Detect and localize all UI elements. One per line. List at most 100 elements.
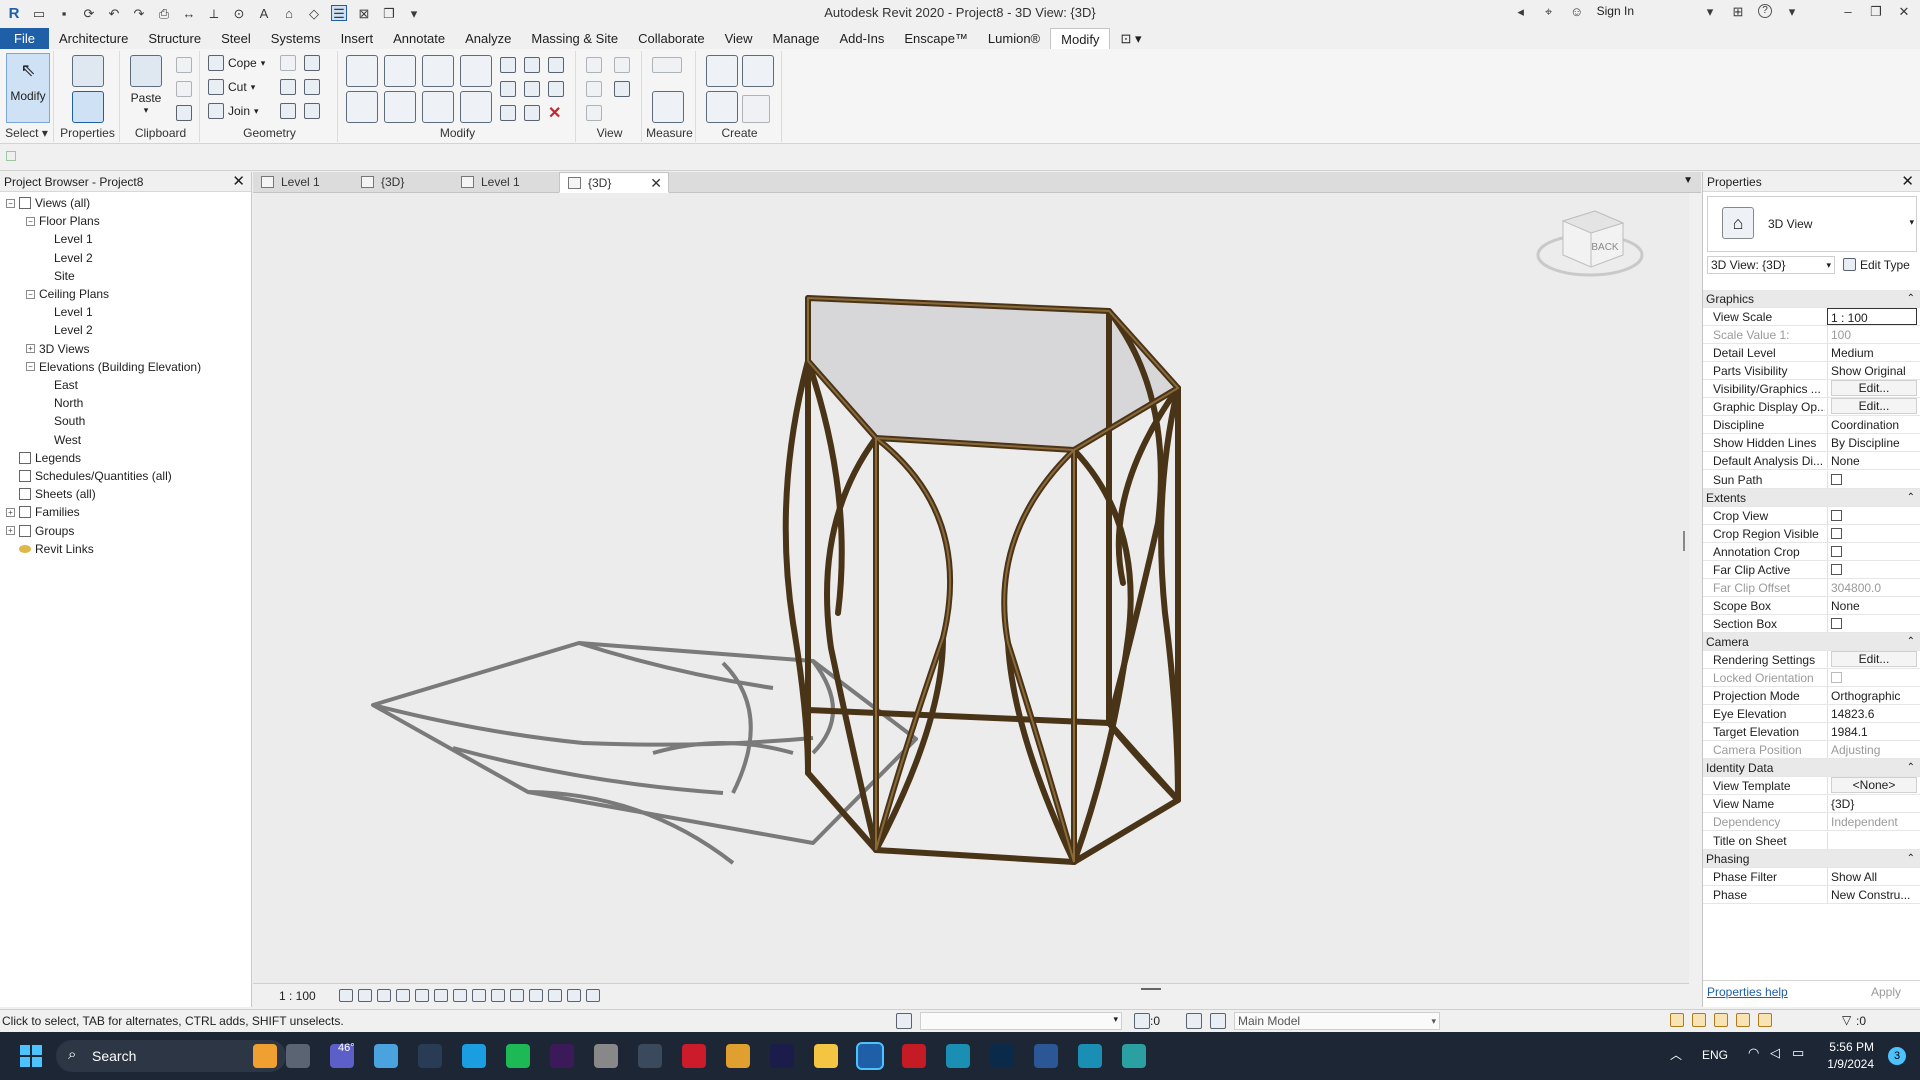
select-pinned-icon[interactable] [1714, 1013, 1728, 1027]
minimize-icon[interactable]: – [1840, 3, 1856, 19]
contextual-tab-dropdown-icon[interactable]: ⊡ ▾ [1110, 28, 1151, 49]
binoculars-icon[interactable]: ⌖ [1541, 3, 1557, 19]
mirror-draw-axis-icon[interactable] [460, 55, 492, 87]
open-icon[interactable]: ▭ [31, 5, 47, 21]
align-dim-icon[interactable]: ⟂ [206, 5, 222, 21]
select-panel-label[interactable]: Select ▾ [0, 126, 53, 140]
expand-icon[interactable]: + [6, 507, 15, 517]
ribbon-tab-insert[interactable]: Insert [331, 28, 384, 49]
ribbon-tab-annotate[interactable]: Annotate [383, 28, 455, 49]
save-icon[interactable]: ▪ [56, 5, 72, 21]
ribbon-tab-enscape[interactable]: Enscape™ [894, 28, 978, 49]
wifi-icon[interactable]: ◠ [1748, 1045, 1759, 1061]
collapse-group-icon[interactable]: ⌃ [1907, 290, 1915, 308]
view-tab[interactable]: Level 1 [253, 172, 353, 193]
browser-node[interactable]: − Views (all) [6, 194, 90, 212]
property-button-label[interactable]: Edit... [1831, 651, 1917, 667]
property-group-header[interactable]: Camera ⌃ [1703, 632, 1920, 651]
redo-icon[interactable]: ↷ [131, 5, 147, 21]
switch-windows-icon[interactable]: ❐ [381, 5, 397, 21]
analytical-model-icon[interactable] [548, 989, 562, 1002]
view-tab[interactable]: Level 1 [453, 172, 559, 193]
lightroom-classic-icon[interactable] [418, 1044, 442, 1068]
visual-style-icon[interactable] [358, 989, 372, 1002]
undo-icon[interactable]: ↶ [106, 5, 122, 21]
property-checkbox[interactable] [1827, 524, 1917, 542]
cope-button[interactable]: Cope ▾ [208, 55, 265, 71]
create-group-icon[interactable] [706, 91, 738, 123]
media-player-icon[interactable] [726, 1044, 750, 1068]
horizontal-scroll-indicator[interactable] [1141, 988, 1161, 990]
design-option-select[interactable]: Main Model ▾ [1234, 1012, 1440, 1030]
ribbon-tab-modify[interactable]: Modify [1050, 28, 1111, 49]
select-links-icon[interactable] [1670, 1013, 1684, 1027]
scale-icon[interactable] [524, 81, 540, 97]
ribbon-tab-add-ins[interactable]: Add-Ins [830, 28, 895, 49]
property-checkbox[interactable] [1827, 560, 1917, 578]
move-icon[interactable] [346, 91, 378, 123]
revit-icon[interactable] [856, 1042, 884, 1070]
trim-multiple-icon[interactable] [524, 105, 540, 121]
browser-node[interactable]: Level 2 [54, 249, 93, 267]
ribbon-tab-collaborate[interactable]: Collaborate [628, 28, 715, 49]
hide-element-icon[interactable] [614, 57, 630, 73]
editable-only-icon[interactable] [1186, 1013, 1202, 1029]
notification-badge[interactable]: 3 [1888, 1047, 1906, 1065]
cut-to-clipboard-icon[interactable] [176, 57, 192, 73]
property-checkbox[interactable] [1827, 614, 1917, 632]
aligned-dimension-icon[interactable] [652, 91, 684, 123]
battery-icon[interactable]: ▭ [1792, 1045, 1804, 1061]
property-value[interactable]: Medium [1827, 344, 1917, 362]
checkbox[interactable] [1831, 563, 1842, 575]
align-icon[interactable] [346, 55, 378, 87]
spotify-icon[interactable] [506, 1044, 530, 1068]
paint-view-icon[interactable] [586, 105, 602, 121]
3d-view-canvas[interactable]: BACK [253, 193, 1689, 983]
browser-node[interactable]: +3D Views [26, 340, 89, 358]
ribbon-tab-manage[interactable]: Manage [763, 28, 830, 49]
ribbon-tab-steel[interactable]: Steel [211, 28, 261, 49]
rotate-icon[interactable] [422, 91, 454, 123]
worksharing-display-icon[interactable] [586, 989, 600, 1002]
ribbon-tab-analyze[interactable]: Analyze [455, 28, 521, 49]
constraints-icon[interactable] [567, 989, 581, 1002]
restore-icon[interactable]: ❐ [1868, 3, 1884, 19]
temp-view-props-icon[interactable] [529, 989, 543, 1002]
delete-icon[interactable]: ✕ [548, 103, 561, 123]
ribbon-tab-architecture[interactable]: Architecture [49, 28, 138, 49]
ribbon-tab-view[interactable]: View [715, 28, 763, 49]
ribbon-tab-systems[interactable]: Systems [261, 28, 331, 49]
split-with-gap-icon[interactable] [524, 57, 540, 73]
property-group-header[interactable]: Extents ⌃ [1703, 488, 1920, 507]
property-value[interactable]: By Discipline [1827, 434, 1917, 452]
cut-geometry-button[interactable]: Cut ▾ [208, 79, 255, 95]
browser-node[interactable]: − Ceiling Plans [26, 285, 109, 303]
autocad-icon[interactable] [902, 1044, 926, 1068]
reveal-hidden-icon[interactable] [510, 989, 524, 1002]
crop-view-icon[interactable] [434, 989, 448, 1002]
browser-node[interactable]: Level 2 [54, 321, 93, 339]
unlocked-view-icon[interactable] [472, 989, 486, 1002]
weather-icon[interactable] [253, 1044, 277, 1068]
instance-filter-select[interactable]: 3D View: {3D} ▾ [1707, 256, 1835, 274]
browser-node[interactable]: Schedules/Quantities (all) [6, 467, 172, 485]
properties-close-icon[interactable]: ✕ [1901, 172, 1914, 192]
user-icon[interactable]: ☺ [1569, 3, 1585, 19]
type-properties-icon[interactable] [72, 55, 104, 87]
browser-node[interactable]: Level 1 [54, 303, 93, 321]
property-button-label[interactable]: Edit... [1831, 380, 1917, 397]
property-edit-button[interactable]: Edit... [1827, 380, 1917, 398]
property-value[interactable]: 14823.6 [1827, 705, 1917, 723]
sign-in-dropdown-icon[interactable]: ▾ [1702, 3, 1718, 19]
ribbon-tab-structure[interactable]: Structure [138, 28, 211, 49]
browser-node[interactable]: Revit Links [6, 540, 94, 558]
file-explorer-icon[interactable] [814, 1044, 838, 1068]
browser-node[interactable]: Level 1 [54, 230, 93, 248]
browser-icon[interactable] [1122, 1044, 1146, 1068]
cart-icon[interactable]: ⊞ [1730, 3, 1746, 19]
temporary-hide-icon[interactable] [491, 989, 505, 1002]
text-icon[interactable]: A [256, 5, 272, 21]
checkbox[interactable] [1831, 617, 1842, 629]
measure-icon[interactable]: ↔ [181, 5, 197, 21]
browser-node[interactable]: − Floor Plans [26, 212, 100, 230]
